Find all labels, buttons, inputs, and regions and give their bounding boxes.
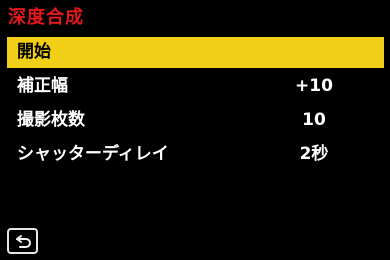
menu-item-step-width[interactable]: 補正幅 +10 (7, 71, 384, 102)
back-button[interactable] (7, 228, 38, 254)
menu-item-label: 補正幅 (17, 76, 68, 96)
menu-item-shutter-delay[interactable]: シャッターディレイ 2秒 (7, 139, 384, 170)
page-title: 深度合成 (8, 7, 84, 28)
menu-item-start[interactable]: 開始 (7, 37, 384, 68)
menu-item-shot-count[interactable]: 撮影枚数 10 (7, 105, 384, 136)
menu-item-value: 10 (302, 110, 326, 130)
menu-item-value: 2秒 (299, 144, 329, 164)
menu-item-label: 撮影枚数 (17, 110, 85, 130)
menu-item-label: 開始 (17, 42, 51, 62)
return-arrow-icon (15, 235, 31, 248)
menu-item-label: シャッターディレイ (17, 144, 169, 164)
menu-item-value: +10 (295, 76, 333, 96)
menu-list: 開始 補正幅 +10 撮影枚数 10 シャッターディレイ 2秒 (7, 37, 384, 173)
